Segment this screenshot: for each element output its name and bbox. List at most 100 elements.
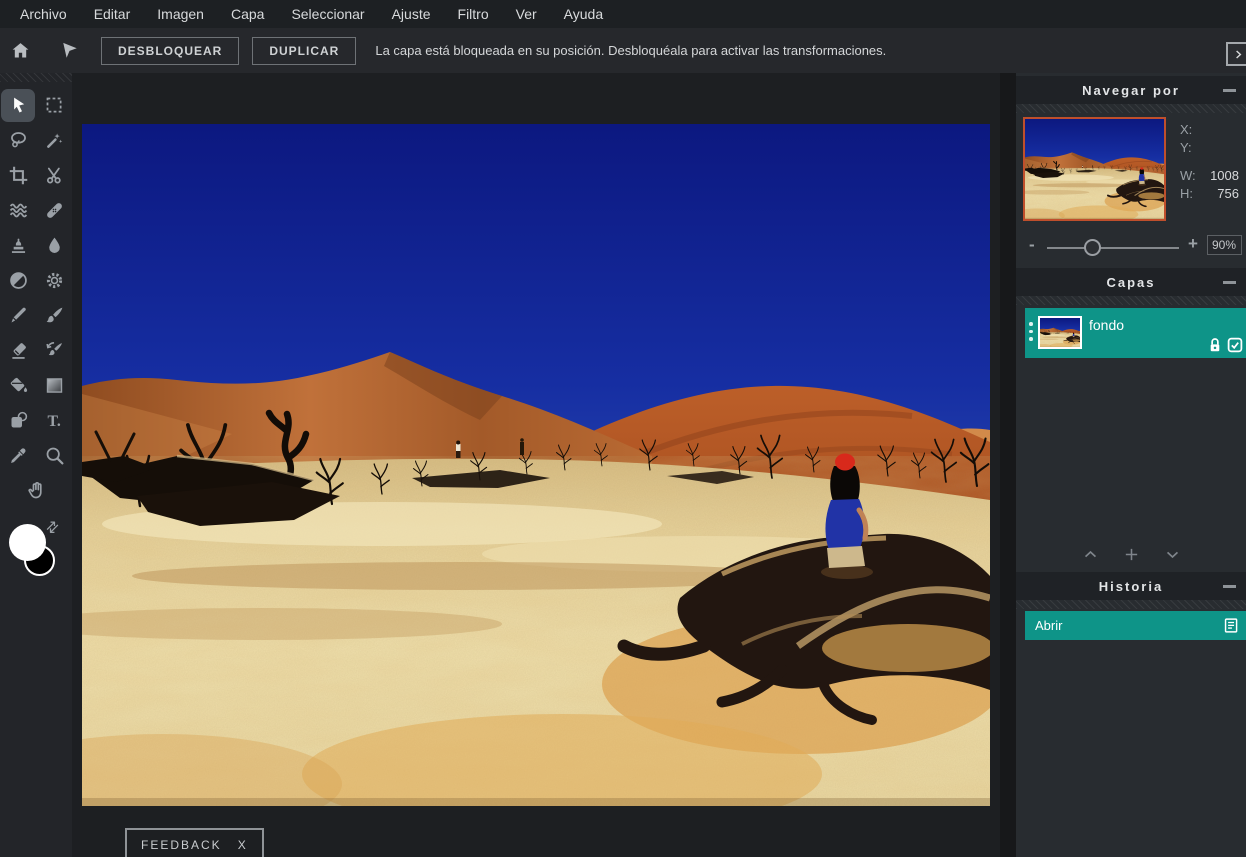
feedback-close[interactable]: X <box>238 838 248 852</box>
tool-cutout[interactable] <box>36 158 72 193</box>
menu-bar: Archivo Editar Imagen Capa Seleccionar A… <box>0 0 1246 28</box>
navigator-title: Navegar por <box>1082 83 1180 98</box>
navigator-thumbnail[interactable] <box>1023 117 1166 221</box>
tool-clone-stamp[interactable] <box>0 228 36 263</box>
history-step-file-icon <box>1223 617 1240 634</box>
history-item-label: Abrir <box>1035 618 1062 633</box>
tool-zoom[interactable] <box>36 438 72 473</box>
tool-brush[interactable] <box>36 298 72 333</box>
zoom-in-button[interactable]: + <box>1188 234 1198 254</box>
lock-icon[interactable] <box>1208 337 1222 353</box>
tool-magic-wand[interactable] <box>36 123 72 158</box>
tool-eyedropper[interactable] <box>0 438 36 473</box>
tool-gradient[interactable] <box>36 368 72 403</box>
layer-name: fondo <box>1089 317 1124 333</box>
drag-handle-icon[interactable] <box>1029 322 1033 341</box>
move-layer-down-icon[interactable] <box>1164 546 1181 563</box>
water-drop-icon <box>44 235 65 256</box>
move-layer-up-icon[interactable] <box>1082 546 1099 563</box>
menu-item-ajuste[interactable]: Ajuste <box>392 6 431 22</box>
chevron-right-icon <box>1232 48 1245 61</box>
stamp-icon <box>8 235 29 256</box>
layers-title: Capas <box>1106 275 1155 290</box>
tool-eraser[interactable] <box>0 333 36 368</box>
history-title: Historia <box>1099 579 1163 594</box>
zoom-level-input[interactable] <box>1207 235 1242 255</box>
magnifier-icon <box>44 445 65 466</box>
feedback-button[interactable]: FEEDBACK X <box>125 828 264 857</box>
brush-icon <box>44 305 65 326</box>
history-brush-icon <box>44 340 65 361</box>
y-label: Y: <box>1180 140 1192 155</box>
tool-options-bar: DESBLOQUEAR DUPLICAR La capa está bloque… <box>0 28 1246 73</box>
layer-thumbnail[interactable] <box>1038 316 1082 349</box>
tool-blur[interactable] <box>36 228 72 263</box>
pointer-tool-icon[interactable] <box>56 39 82 62</box>
home-icon[interactable] <box>8 40 32 61</box>
tool-text[interactable]: T. <box>36 403 72 438</box>
tool-liquify[interactable] <box>0 193 36 228</box>
lasso-icon <box>8 130 29 151</box>
menu-item-filtro[interactable]: Filtro <box>458 6 489 22</box>
magic-wand-icon <box>44 130 65 151</box>
duplicate-button[interactable]: DUPLICAR <box>252 37 356 65</box>
tool-marquee[interactable] <box>36 88 72 123</box>
panel-resize-handle[interactable] <box>1016 600 1246 609</box>
tool-fill[interactable] <box>0 368 36 403</box>
dodge-burn-icon <box>8 270 29 291</box>
liquify-waves-icon <box>8 200 29 221</box>
foreground-color-swatch[interactable] <box>9 524 46 561</box>
panel-resize-handle[interactable] <box>1016 296 1246 305</box>
canvas-image[interactable] <box>82 124 990 806</box>
swap-colors-icon[interactable]: ⇄ <box>41 516 63 538</box>
zoom-slider-track[interactable] <box>1047 247 1179 249</box>
tool-history-brush[interactable] <box>36 333 72 368</box>
tool-dodge-burn[interactable] <box>0 263 36 298</box>
menu-item-archivo[interactable]: Archivo <box>20 6 67 22</box>
tool-palette: T. ⇄ <box>0 73 72 857</box>
zoom-slider-knob[interactable] <box>1084 239 1101 256</box>
svg-text:T.: T. <box>47 413 60 430</box>
menu-item-imagen[interactable]: Imagen <box>157 6 204 22</box>
menu-item-capa[interactable]: Capa <box>231 6 264 22</box>
x-label: X: <box>1180 122 1192 137</box>
panel-resize-handle[interactable] <box>1016 104 1246 113</box>
layer-visibility-checkbox[interactable] <box>1227 337 1243 353</box>
eyedropper-icon <box>8 445 29 466</box>
zoom-out-button[interactable]: - <box>1029 235 1035 255</box>
tool-pencil[interactable] <box>0 298 36 333</box>
layer-row-fondo[interactable]: fondo <box>1025 308 1246 358</box>
collapse-icon[interactable] <box>1223 585 1236 588</box>
width-value: 1008 <box>1210 168 1239 183</box>
menu-item-ver[interactable]: Ver <box>516 6 537 22</box>
gradient-icon <box>44 375 65 396</box>
tool-shape[interactable] <box>0 403 36 438</box>
marquee-select-icon <box>44 95 65 116</box>
tool-crop[interactable] <box>0 158 36 193</box>
panel-divider <box>1000 73 1016 857</box>
collapse-icon[interactable] <box>1223 281 1236 284</box>
scissors-icon <box>44 165 65 186</box>
layers-header: Capas <box>1016 268 1246 296</box>
crop-icon <box>8 165 29 186</box>
unlock-button[interactable]: DESBLOQUEAR <box>101 37 239 65</box>
move-cursor-icon <box>8 95 29 116</box>
canvas-area[interactable]: FEEDBACK X <box>72 73 1000 857</box>
tool-heal[interactable] <box>36 193 72 228</box>
menu-item-editar[interactable]: Editar <box>94 6 131 22</box>
bandage-icon <box>44 200 65 221</box>
tool-sponge[interactable] <box>36 263 72 298</box>
history-item-abrir[interactable]: Abrir <box>1025 611 1246 640</box>
tool-lasso[interactable] <box>0 123 36 158</box>
tool-hand[interactable] <box>0 473 72 508</box>
width-label: W: <box>1180 168 1196 183</box>
menu-item-seleccionar[interactable]: Seleccionar <box>291 6 364 22</box>
height-label: H: <box>1180 186 1193 201</box>
add-layer-icon[interactable] <box>1123 546 1140 563</box>
tool-move[interactable] <box>0 88 36 123</box>
menu-item-ayuda[interactable]: Ayuda <box>564 6 603 22</box>
collapse-icon[interactable] <box>1223 89 1236 92</box>
sponge-detail-icon <box>44 270 65 291</box>
paint-bucket-icon <box>8 375 29 396</box>
panel-toggle-button[interactable] <box>1226 42 1246 66</box>
